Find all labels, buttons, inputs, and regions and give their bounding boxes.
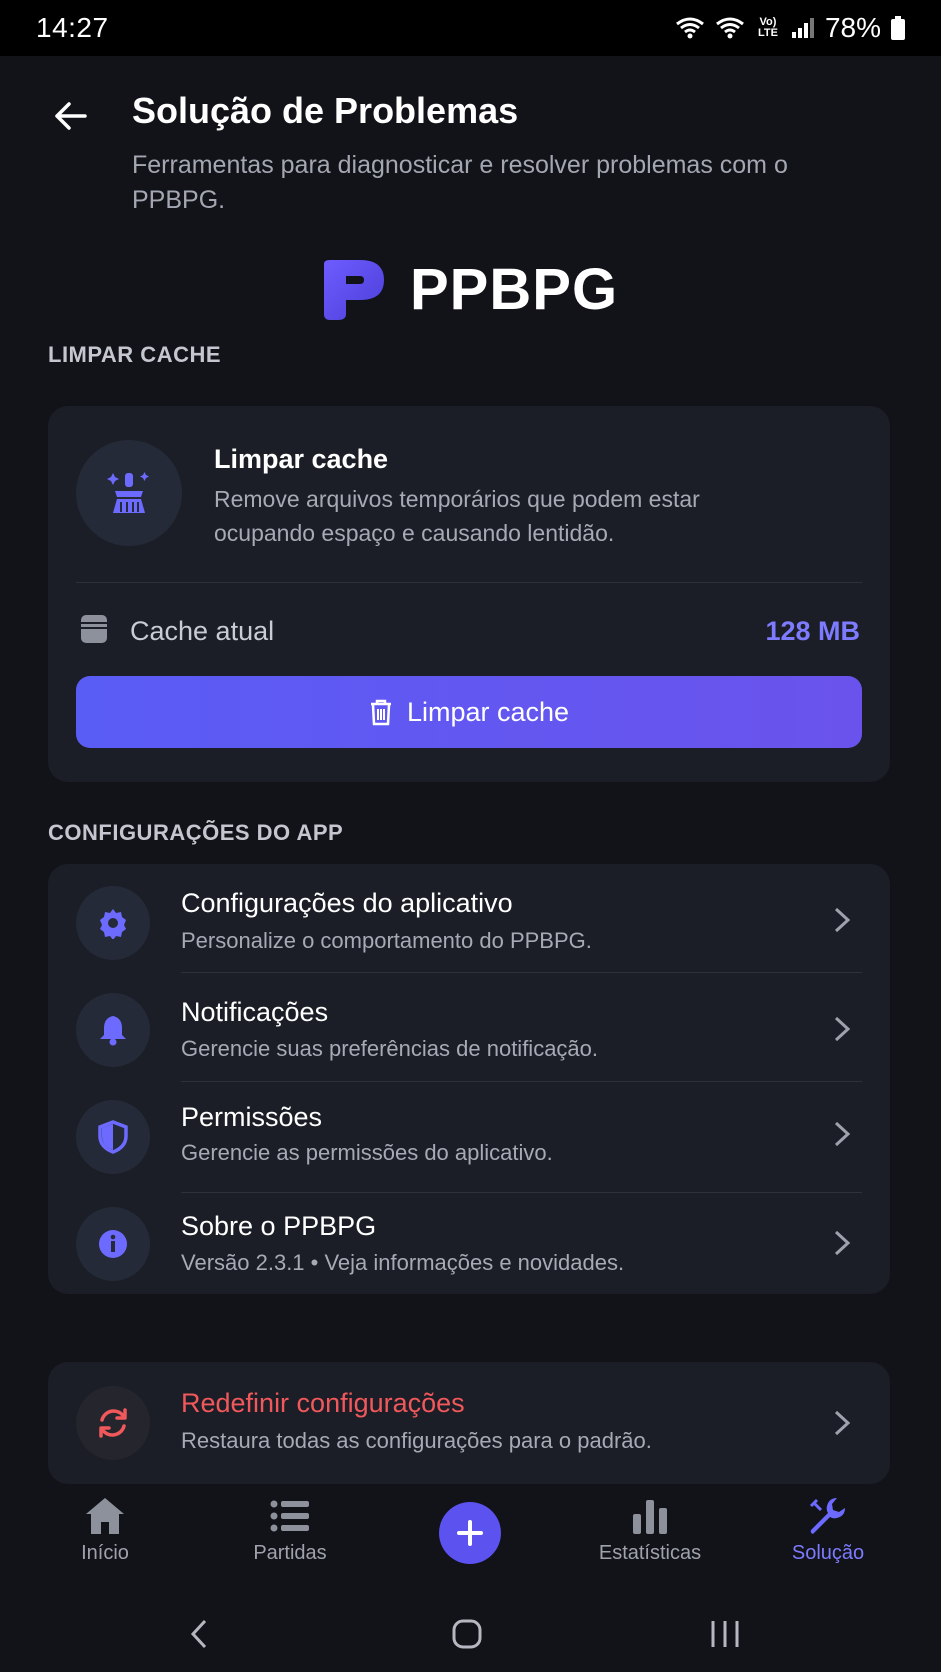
home-outline-icon [452,1619,482,1649]
chevron-right-icon [834,1016,851,1042]
ppbpg-logo-icon [324,259,384,320]
status-icons: Vo) LTE 78% [675,12,905,44]
section-label-settings: CONFIGURAÇÕES DO APP [48,820,344,845]
bell-icon [76,993,150,1067]
shield-icon [76,1100,150,1174]
reset-icon [76,1386,150,1460]
storage-icon [81,615,107,643]
bottom-navigation: Início Partidas Estatísticas Solução [0,1496,941,1592]
settings-item-description: Versão 2.3.1 • Veja informações e novida… [181,1250,625,1275]
settings-item-title: Sobre o PPBPG [181,1211,377,1241]
wifi-calling-icon [716,17,744,39]
page-title: Solução de Problemas [132,90,519,131]
settings-item-app-settings[interactable]: Configurações do aplicativo Personalize … [48,864,890,972]
settings-item-title: Permissões [181,1102,323,1132]
current-cache-label: Cache atual [130,616,275,646]
settings-item-description: Gerencie as permissões do aplicativo. [181,1140,553,1165]
settings-item-title: Configurações do aplicativo [181,888,513,918]
settings-item-about[interactable]: Sobre o PPBPG Versão 2.3.1 • Veja inform… [48,1193,890,1294]
system-back-button[interactable] [174,1612,224,1656]
reset-settings-item[interactable]: Redefinir configurações Restaura todas a… [48,1362,890,1484]
chevron-left-icon [190,1619,207,1649]
cache-card: Limpar cache Remove arquivos temporários… [48,406,890,782]
arrow-left-icon [55,102,87,130]
wrench-icon [809,1498,845,1534]
settings-item-description: Personalize o comportamento do PPBPG. [181,928,592,953]
broom-icon [76,440,182,546]
nav-label: Início [81,1542,129,1564]
signal-icon [791,18,814,38]
chevron-right-icon [834,1121,851,1147]
trash-icon [370,699,391,726]
nav-item-home[interactable]: Início [30,1496,180,1565]
back-button[interactable] [50,96,90,136]
list-icon [270,1500,309,1532]
reset-title: Redefinir configurações [181,1388,465,1418]
info-icon [76,1207,150,1281]
reset-description: Restaura todas as configurações para o p… [181,1428,652,1453]
chevron-right-icon [834,907,851,933]
wifi-icon [676,17,704,39]
clear-cache-button[interactable]: Limpar cache [76,676,862,748]
gear-icon [76,886,150,960]
nav-item-solution[interactable]: Solução [753,1496,903,1565]
nav-label: Estatísticas [598,1542,702,1564]
plus-icon [457,1520,483,1546]
settings-item-description: Gerencie suas preferências de notificaçã… [181,1036,599,1061]
recents-icon [711,1621,739,1647]
system-recents-button[interactable] [700,1612,750,1656]
add-button[interactable] [439,1502,501,1564]
system-navigation [0,1602,941,1672]
page-subtitle: Ferramentas para diagnosticar e resolver… [132,151,788,214]
network-type: Vo) LTE [757,16,778,39]
app-logo: PPBPG [320,256,618,323]
clear-cache-button-label: Limpar cache [406,696,570,727]
settings-card: Configurações do aplicativo Personalize … [48,864,890,1294]
current-cache-value: 128 MB [765,616,860,646]
battery-percent: 78% [824,12,881,43]
logo-wordmark: PPBPG [410,257,619,322]
troubleshooting-screen: Solução de Problemas Ferramentas para di… [0,56,941,1672]
status-bar: 14:27 Vo) LTE 78% [0,0,941,56]
home-icon [86,1498,124,1534]
system-home-button[interactable] [442,1612,492,1656]
divider [76,582,862,583]
settings-item-title: Notificações [181,997,329,1027]
chevron-right-icon [834,1230,851,1256]
nav-label: Solução [791,1542,865,1564]
section-label-cache: LIMPAR CACHE [48,342,222,367]
bar-chart-icon [633,1500,667,1534]
chevron-right-icon [834,1410,851,1436]
settings-item-notifications[interactable]: Notificações Gerencie suas preferências … [48,973,890,1081]
status-time: 14:27 [36,12,109,43]
cache-description: Remove arquivos temporários que podem es… [214,486,700,546]
cache-title: Limpar cache [214,444,389,474]
nav-item-matches[interactable]: Partidas [215,1496,365,1565]
nav-label: Partidas [253,1542,327,1564]
nav-item-statistics[interactable]: Estatísticas [575,1496,725,1565]
settings-item-permissions[interactable]: Permissões Gerencie as permissões do apl… [48,1082,890,1190]
battery-icon [891,16,905,40]
